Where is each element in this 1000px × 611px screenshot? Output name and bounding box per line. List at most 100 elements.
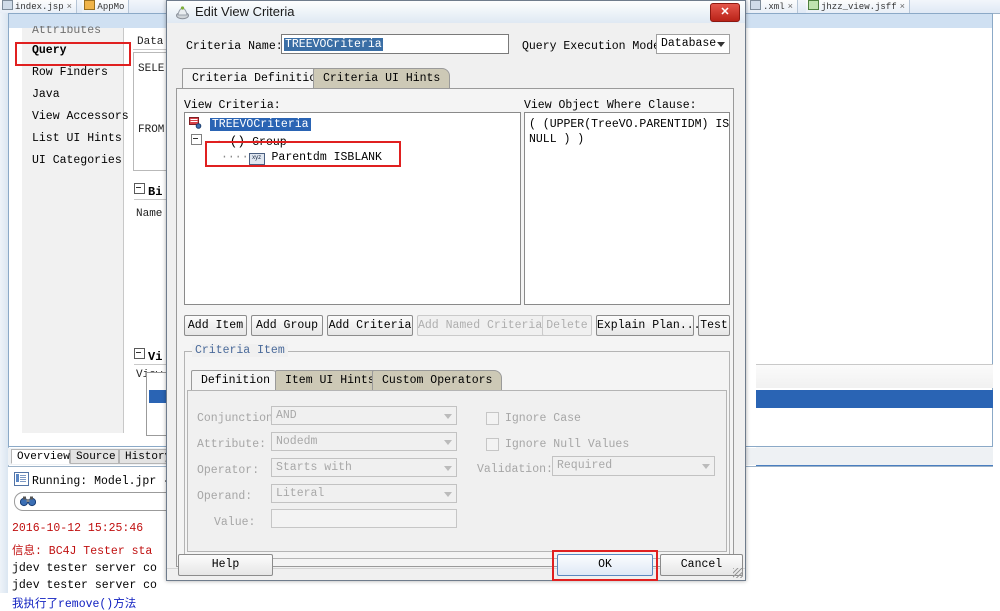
log-line: jdev tester server co (12, 562, 157, 575)
ok-button[interactable]: OK (557, 554, 653, 576)
chevron-down-icon (444, 413, 452, 419)
editor-tab-jhzz-view[interactable]: jhzz_view.jsff × (806, 0, 911, 13)
tab-criteria-ui-hints[interactable]: Criteria UI Hints (313, 68, 451, 88)
resize-grip[interactable] (733, 568, 743, 578)
tab-custom-operators[interactable]: Custom Operators (372, 370, 503, 390)
tree-node-label: Group (252, 136, 287, 149)
xml-file-icon (750, 0, 761, 10)
chevron-down-icon (717, 42, 725, 47)
query-execution-mode-label: Query Execution Mode: (522, 40, 667, 53)
operator-select: Starts with (271, 458, 457, 477)
tree-node-group[interactable]: · () Group (191, 134, 287, 149)
attribute-value: Nodedm (276, 435, 318, 448)
operand-label: Operand: (197, 490, 253, 503)
attribute-label: Attribute: (197, 438, 267, 451)
log-search-input[interactable] (14, 492, 176, 511)
log-line: 信息: BC4J Tester sta (12, 545, 153, 558)
query-highlight-annotation (15, 42, 131, 66)
sidebar-item-ui-categories[interactable]: UI Categories (24, 150, 134, 172)
button-label: Test (700, 319, 728, 332)
close-icon[interactable]: ✕ (710, 3, 740, 22)
button-label: OK (598, 558, 612, 571)
tab-label: Criteria UI Hints (323, 72, 441, 85)
criteria-name-input[interactable]: TREEVOCriteria (281, 34, 509, 54)
validation-label: Validation: (477, 463, 553, 476)
log-line: 2016-10-12 15:25:46 (12, 522, 144, 535)
bind-variables-section[interactable]: Bi (134, 183, 162, 199)
conjunction-label: Conjunction: (197, 412, 280, 425)
sidebar-item-label: List UI Hints (32, 132, 122, 145)
tree-node-label: Parentdm ISBLANK (271, 151, 382, 164)
operator-label: Operator: (197, 464, 260, 477)
tab-overview[interactable]: Overview (11, 449, 70, 464)
sidebar-item-attributes[interactable]: Attributes (24, 26, 134, 40)
cancel-button[interactable]: Cancel (660, 554, 743, 576)
ignore-null-values-checkbox (486, 438, 499, 451)
button-label: Add Item (187, 319, 244, 332)
add-group-button[interactable]: Add Group (251, 315, 323, 336)
operator-value: Starts with (276, 461, 352, 474)
button-label: Add Group (255, 319, 319, 332)
view-criteria-tree[interactable]: TREEVOCriteria · () Group ···· xyz Parent… (184, 112, 521, 305)
value-input (271, 509, 457, 528)
tab-label: Definition (201, 374, 271, 387)
tab-label: Source (76, 451, 116, 463)
sidebar-item-label: UI Categories (32, 154, 122, 167)
sidebar-item-list-ui-hints[interactable]: List UI Hints (24, 128, 134, 150)
chevron-down-icon (444, 491, 452, 497)
tab-criteria-definition[interactable]: Criteria Definition (182, 68, 334, 88)
module-file-icon (84, 0, 96, 10)
add-named-criteria-button: Add Named Criteria... (417, 315, 563, 336)
add-criteria-button[interactable]: Add Criteria (327, 315, 413, 336)
tab-label: Overview (17, 451, 70, 463)
right-selected-row[interactable] (756, 390, 993, 408)
close-icon[interactable]: × (788, 2, 793, 12)
sidebar-item-view-accessors[interactable]: View Accessors (24, 106, 134, 128)
button-label: Explain Plan... (597, 319, 701, 332)
query-execution-mode-select[interactable]: Database (656, 34, 730, 54)
criteria-name-value: TREEVOCriteria (284, 38, 383, 51)
sql-select-keyword: SELE (138, 63, 165, 75)
value-label: Value: (214, 516, 256, 529)
tab-definition[interactable]: Definition (191, 370, 281, 390)
edit-view-criteria-dialog: Edit View Criteria ✕ Criteria Name: TREE… (166, 0, 746, 581)
delete-button: Delete (542, 315, 592, 336)
tab-source[interactable]: Source (70, 449, 119, 464)
tab-label: Item UI Hints (285, 374, 375, 387)
conjunction-select: AND (271, 406, 457, 425)
sql-from-keyword: FROM (138, 124, 165, 136)
conjunction-value: AND (276, 409, 297, 422)
xyz-attribute-icon: xyz (248, 153, 265, 165)
test-button[interactable]: Test (698, 315, 730, 336)
add-item-button[interactable]: Add Item (184, 315, 247, 336)
sidebar-item-label: Attributes (32, 26, 102, 37)
explain-plan-button[interactable]: Explain Plan... (596, 315, 701, 336)
log-icon (14, 472, 29, 486)
close-icon[interactable]: × (900, 2, 905, 12)
criteria-item-group-title: Criteria Item (192, 344, 288, 357)
ignore-case-checkbox (486, 412, 499, 425)
binoculars-icon[interactable] (19, 496, 37, 511)
tree-node-label: TREEVOCriteria (209, 118, 311, 131)
tab-label: Custom Operators (382, 374, 493, 387)
where-clause-text: ( (UPPER(TreeVO.PARENTIDM) IS NULL ) ) (529, 118, 730, 146)
editor-tab-appmodule[interactable]: AppMo (82, 0, 130, 13)
view-criteria-section[interactable]: Vi (134, 348, 162, 364)
where-clause-box: ( (UPPER(TreeVO.PARENTIDM) IS NULL ) ) (524, 112, 730, 305)
help-button[interactable]: Help (178, 554, 273, 576)
sidebar-item-java[interactable]: Java (24, 84, 134, 106)
collapse-icon[interactable] (134, 348, 145, 359)
view-criteria-label: View Criteria: (184, 99, 281, 112)
tab-item-ui-hints[interactable]: Item UI Hints (275, 370, 385, 390)
section-label: Bi (148, 185, 163, 199)
editor-tab-xml[interactable]: .xml × (748, 0, 799, 13)
tree-node-criteria-item[interactable]: ···· xyz Parentdm ISBLANK (221, 151, 382, 165)
editor-tab-index-jsp[interactable]: index.jsp × (0, 0, 78, 13)
tree-node-root[interactable]: TREEVOCriteria (189, 117, 311, 133)
collapse-icon[interactable] (134, 183, 145, 194)
validation-select: Required (552, 456, 715, 476)
dialog-title-bar[interactable]: Edit View Criteria ✕ (167, 1, 745, 24)
bind-name-label: Name (136, 208, 163, 220)
collapse-icon[interactable] (191, 134, 202, 145)
close-icon[interactable]: × (67, 2, 72, 12)
